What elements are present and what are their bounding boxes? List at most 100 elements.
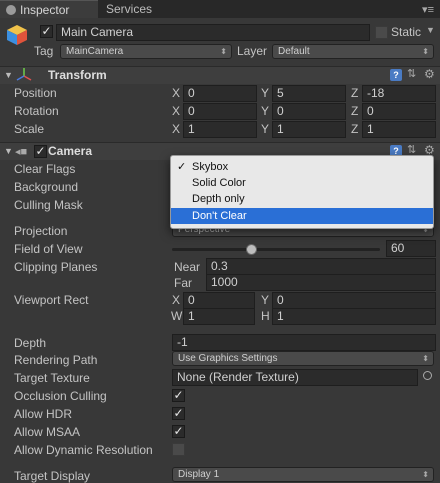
camera-enabled-checkbox[interactable]: ✓: [34, 145, 47, 158]
allow-msaa-label: Allow MSAA: [14, 425, 81, 439]
fov-value-field[interactable]: 60: [386, 240, 436, 257]
camera-title: Camera: [48, 144, 93, 158]
axis-z-label: Z: [351, 122, 359, 136]
checkmark-icon: ✓: [177, 161, 187, 173]
transform-title: Transform: [48, 68, 107, 82]
popup-item-skybox[interactable]: ✓ Skybox: [171, 159, 433, 175]
transform-axes-icon: [15, 66, 33, 84]
camera-icon: ◂■: [15, 146, 28, 158]
rotation-z-field[interactable]: 0: [362, 103, 436, 120]
dropdown-arrow-icon: ⬍: [422, 47, 429, 56]
clipping-planes-label: Clipping Planes: [14, 260, 98, 274]
sliders-icon[interactable]: ⇅: [407, 67, 416, 80]
rendering-path-dropdown[interactable]: Use Graphics Settings ⬍: [172, 351, 434, 366]
position-z-field[interactable]: -18: [362, 85, 436, 102]
popup-item-label: Solid Color: [192, 177, 246, 189]
axis-x-label: X: [172, 86, 181, 100]
scale-label: Scale: [14, 122, 45, 136]
near-label: Near: [174, 260, 201, 274]
scale-y-field[interactable]: 1: [272, 121, 346, 138]
rotation-label: Rotation: [14, 104, 59, 118]
popup-item-dont-clear[interactable]: Don't Clear: [171, 208, 433, 224]
tab-services[interactable]: Services: [106, 0, 152, 18]
tag-dropdown[interactable]: MainCamera ⬍: [60, 44, 232, 59]
axis-w-label: W: [171, 309, 183, 323]
near-field[interactable]: 0.3: [206, 258, 436, 275]
dropdown-arrow-icon: ⬍: [220, 47, 227, 56]
info-icon: [6, 5, 16, 15]
depth-label: Depth: [14, 336, 47, 350]
dropdown-arrow-icon: ⬍: [422, 354, 429, 363]
viewport-x-field[interactable]: 0: [183, 292, 255, 309]
projection-label: Projection: [14, 224, 68, 238]
rendering-path-label: Rendering Path: [14, 353, 98, 367]
fov-label: Field of View: [14, 242, 83, 256]
layer-value: Default: [278, 46, 310, 57]
axis-x-label: X: [172, 122, 181, 136]
rotation-y-field[interactable]: 0: [272, 103, 346, 120]
axis-y-label: Y: [261, 122, 270, 136]
far-field[interactable]: 1000: [206, 274, 436, 291]
popup-item-depth-only[interactable]: Depth only: [171, 191, 433, 207]
fov-slider-track[interactable]: [172, 248, 380, 251]
object-active-checkbox[interactable]: ✓: [40, 25, 53, 38]
viewport-h-field[interactable]: 1: [272, 308, 436, 325]
gear-icon[interactable]: ⚙: [424, 67, 435, 81]
axis-y-label: Y: [261, 293, 270, 307]
tag-value: MainCamera: [66, 46, 124, 57]
allow-msaa-checkbox[interactable]: ✓: [172, 425, 185, 438]
static-label: Static: [391, 25, 422, 39]
far-label: Far: [174, 276, 192, 290]
rendering-path-value: Use Graphics Settings: [178, 353, 278, 364]
layer-dropdown[interactable]: Default ⬍: [272, 44, 434, 59]
axis-y-label: Y: [261, 86, 270, 100]
axis-z-label: Z: [351, 86, 359, 100]
scale-z-field[interactable]: 1: [362, 121, 436, 138]
gameobject-cube-icon: [6, 24, 28, 46]
axis-z-label: Z: [351, 104, 359, 118]
position-y-field[interactable]: 5: [272, 85, 346, 102]
viewport-rect-label: Viewport Rect: [14, 293, 89, 307]
axis-x-label: X: [172, 293, 181, 307]
static-checkbox[interactable]: [375, 26, 388, 39]
popup-item-label: Don't Clear: [192, 210, 247, 222]
axis-h-label: H: [261, 309, 270, 323]
tab-inspector[interactable]: Inspector: [0, 0, 98, 18]
axis-x-label: X: [172, 104, 181, 118]
culling-mask-label: Culling Mask: [14, 198, 83, 212]
occlusion-culling-checkbox[interactable]: ✓: [172, 389, 185, 402]
axis-y-label: Y: [261, 104, 270, 118]
background-label: Background: [14, 180, 79, 194]
viewport-w-field[interactable]: 1: [183, 308, 255, 325]
occlusion-culling-label: Occlusion Culling: [14, 389, 107, 403]
position-label: Position: [14, 86, 57, 100]
target-texture-field[interactable]: None (Render Texture): [172, 369, 418, 386]
popup-item-label: Skybox: [192, 161, 229, 173]
allow-hdr-label: Allow HDR: [14, 407, 73, 421]
clear-flags-label: Clear Flags: [14, 162, 76, 176]
target-display-dropdown[interactable]: Display 1 ⬍: [172, 467, 434, 482]
fov-slider-knob[interactable]: [245, 244, 257, 255]
tab-services-label: Services: [106, 2, 153, 16]
static-dropdown-arrow-icon[interactable]: ▼: [426, 25, 435, 35]
allow-hdr-checkbox[interactable]: ✓: [172, 407, 185, 420]
object-name-field[interactable]: Main Camera: [56, 24, 370, 41]
rotation-x-field[interactable]: 0: [183, 103, 257, 120]
target-picker-icon[interactable]: [423, 371, 432, 380]
tab-inspector-label: Inspector: [20, 3, 70, 17]
help-icon[interactable]: ?: [390, 69, 402, 81]
allow-dynamic-resolution-label: Allow Dynamic Resolution: [14, 443, 153, 457]
collapse-triangle-icon[interactable]: ▼: [4, 70, 13, 80]
tag-label: Tag: [34, 44, 54, 58]
menu-icon[interactable]: ▾≡: [422, 3, 434, 16]
scale-x-field[interactable]: 1: [183, 121, 257, 138]
target-texture-label: Target Texture: [14, 371, 90, 385]
allow-dynamic-resolution-checkbox[interactable]: [172, 443, 185, 456]
collapse-triangle-icon[interactable]: ▼: [4, 146, 13, 156]
popup-item-solid-color[interactable]: Solid Color: [171, 175, 433, 191]
layer-label: Layer: [237, 44, 268, 58]
dropdown-arrow-icon: ⬍: [422, 470, 429, 479]
position-x-field[interactable]: 0: [183, 85, 257, 102]
viewport-y-field[interactable]: 0: [272, 292, 436, 309]
depth-field[interactable]: -1: [172, 334, 436, 351]
